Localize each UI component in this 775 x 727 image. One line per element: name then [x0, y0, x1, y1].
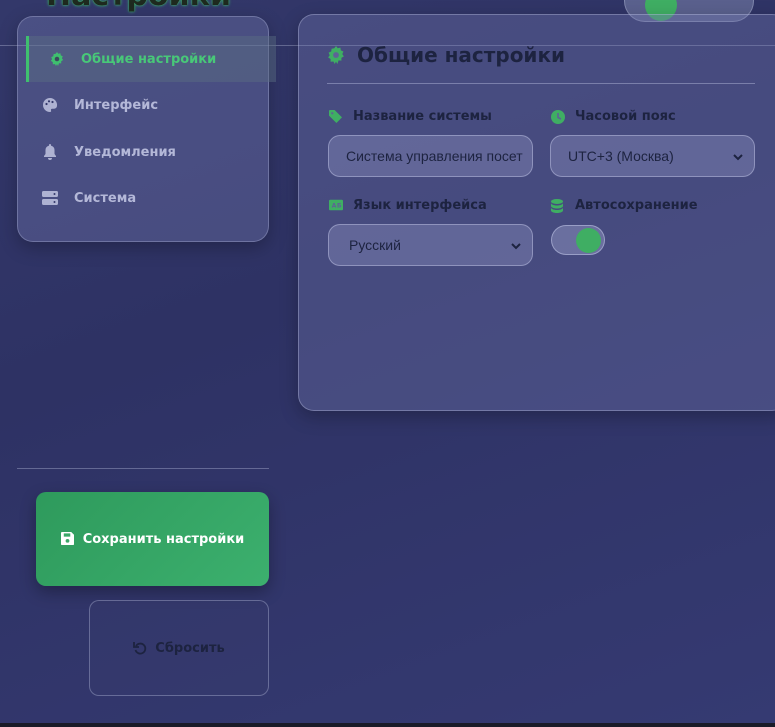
settings-card: Общие настройки Название системы Система…	[298, 14, 775, 411]
select-value: Русский	[349, 237, 401, 253]
section-title: Общие настройки	[327, 43, 565, 67]
input-value: Система управления посет	[346, 148, 523, 164]
sidebar-item-label: Интерфейс	[74, 97, 159, 113]
label-text: Язык интерфейса	[353, 198, 487, 213]
clock-icon	[551, 109, 565, 124]
svg-text:Б: Б	[337, 202, 342, 209]
sidebar-item-interface[interactable]: Интерфейс	[26, 82, 276, 128]
language-select[interactable]: Русский	[328, 224, 533, 266]
bell-icon	[42, 144, 58, 160]
timezone-select[interactable]: UTC+3 (Москва)	[550, 135, 755, 177]
system-name-label: Название системы	[329, 109, 492, 124]
sidebar-divider	[17, 468, 269, 469]
toggle-knob	[576, 228, 601, 253]
database-icon	[551, 198, 565, 213]
sidebar-item-label: Уведомления	[74, 144, 176, 160]
sidebar: Общие настройки Интерфейс Уведомления Си…	[17, 16, 276, 242]
svg-text:A: A	[332, 202, 337, 209]
select-value: UTC+3 (Москва)	[568, 148, 674, 164]
section-title-text: Общие настройки	[357, 43, 566, 67]
gear-icon	[49, 51, 65, 67]
system-name-input[interactable]: Система управления посет	[328, 135, 533, 177]
page-title: Настройки	[46, 0, 231, 13]
sidebar-item-system[interactable]: Система	[26, 175, 276, 221]
chevron-down-icon	[732, 150, 744, 166]
label-text: Автосохранение	[575, 198, 698, 213]
sidebar-item-notifications[interactable]: Уведомления	[26, 129, 276, 175]
autosave-label: Автосохранение	[551, 198, 698, 213]
server-icon	[42, 190, 58, 206]
reset-button-label: Сбросить	[155, 640, 225, 656]
language-label: AБ Язык интерфейса	[329, 198, 487, 213]
autosave-toggle[interactable]	[551, 225, 605, 255]
divider	[327, 83, 755, 84]
label-text: Название системы	[353, 109, 492, 124]
tag-icon	[329, 109, 343, 124]
gear-icon	[327, 45, 347, 65]
chevron-down-icon	[510, 239, 522, 255]
save-icon	[60, 532, 75, 546]
language-icon: AБ	[329, 199, 343, 213]
timezone-label: Часовой пояс	[551, 109, 676, 124]
save-button[interactable]: Сохранить настройки	[36, 492, 269, 586]
save-button-label: Сохранить настройки	[82, 531, 245, 547]
label-text: Часовой пояс	[575, 109, 676, 124]
taskbar-edge	[0, 723, 775, 727]
reset-button[interactable]: Сбросить	[89, 600, 269, 696]
palette-icon	[42, 97, 58, 113]
undo-icon	[133, 641, 147, 655]
sidebar-item-label: Общие настройки	[81, 51, 217, 67]
sidebar-item-label: Система	[74, 190, 137, 206]
sidebar-item-general[interactable]: Общие настройки	[26, 36, 276, 82]
